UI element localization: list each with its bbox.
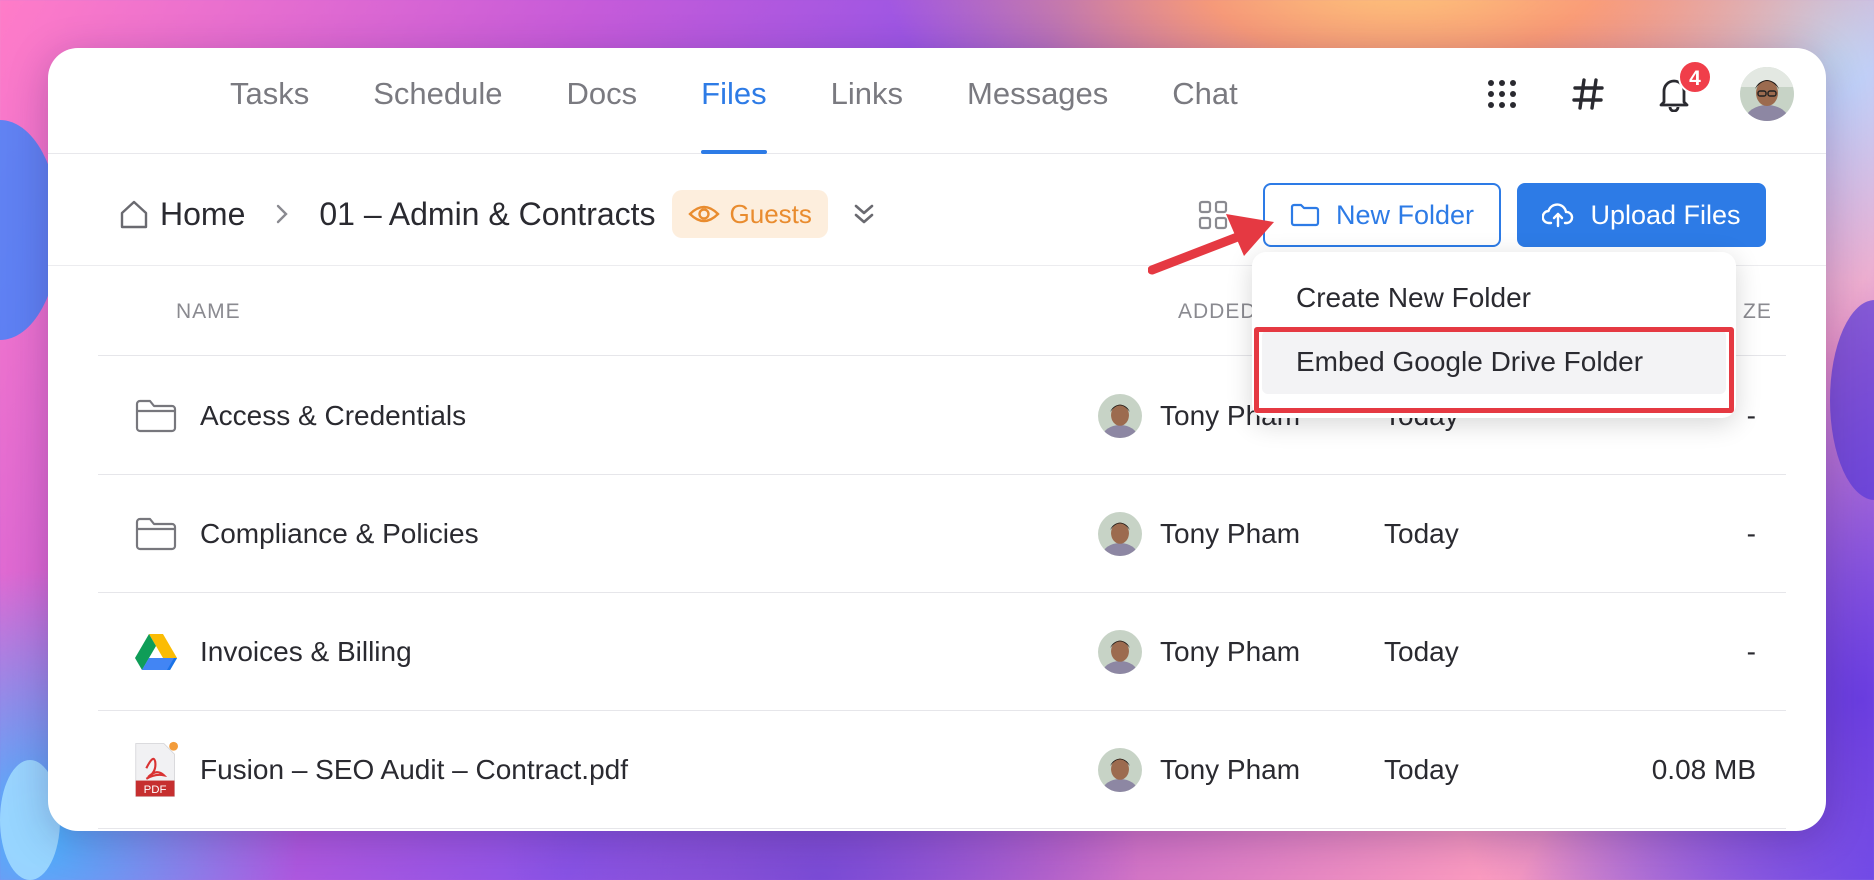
table-row[interactable]: Compliance & Policies Tony Pham Today - (98, 475, 1786, 593)
app-window: Tasks Schedule Docs Files Links Messages… (48, 48, 1826, 831)
added-by: Tony Pham (1098, 475, 1300, 593)
column-header-name[interactable]: NAME (176, 300, 241, 324)
notification-count-badge: 4 (1678, 60, 1712, 94)
tab-bar: Tasks Schedule Docs Files Links Messages… (198, 48, 1270, 154)
breadcrumb: Home 01 – Admin & Contracts Guests (118, 188, 876, 240)
folder-icon (134, 357, 178, 475)
avatar (1098, 394, 1142, 438)
file-size: - (1746, 400, 1756, 431)
top-navigation: Tasks Schedule Docs Files Links Messages… (48, 48, 1826, 154)
chevron-double-down-icon[interactable] (852, 201, 876, 227)
date-added: Today (1384, 518, 1459, 549)
file-size: - (1746, 636, 1756, 667)
hashtag-icon[interactable] (1568, 74, 1608, 114)
menu-item-create-new-folder[interactable]: Create New Folder (1252, 266, 1736, 330)
tab-chat[interactable]: Chat (1140, 48, 1269, 154)
user-avatar[interactable] (1740, 67, 1794, 121)
file-name: Compliance & Policies (200, 518, 479, 549)
breadcrumb-current-folder[interactable]: 01 – Admin & Contracts (319, 196, 655, 233)
tab-tasks[interactable]: Tasks (198, 48, 341, 154)
added-by: Tony Pham (1098, 593, 1300, 711)
guests-visibility-badge[interactable]: Guests (671, 190, 828, 238)
new-folder-button[interactable]: New Folder (1263, 183, 1501, 247)
avatar (1098, 512, 1142, 556)
breadcrumb-bar: Home 01 – Admin & Contracts Guests New F… (48, 154, 1826, 266)
tab-docs[interactable]: Docs (535, 48, 670, 154)
added-by-name: Tony Pham (1160, 754, 1301, 785)
avatar (1098, 630, 1142, 674)
new-folder-label: New Folder (1335, 199, 1475, 230)
table-row[interactable]: Invoices & Billing Tony Pham Today - (98, 593, 1786, 711)
file-name: Access & Credentials (200, 400, 467, 431)
upload-files-label: Upload Files (1590, 199, 1741, 230)
folder-icon (134, 475, 178, 593)
table-row[interactable]: PDF Fusion – SEO Audit – Contract.pdf To… (98, 711, 1786, 829)
cloud-upload-icon (1542, 203, 1574, 228)
added-by-name: Tony Pham (1160, 518, 1301, 549)
eye-icon (687, 205, 720, 223)
guests-label: Guests (729, 198, 812, 229)
file-size: 0.08 MB (1651, 754, 1756, 785)
file-name: Invoices & Billing (200, 636, 412, 667)
menu-item-embed-google-drive-folder[interactable]: Embed Google Drive Folder (1262, 330, 1726, 394)
grid-view-icon[interactable] (1198, 200, 1228, 235)
pdf-icon-label: PDF (144, 784, 167, 796)
upload-files-button[interactable]: Upload Files (1517, 183, 1766, 247)
tab-schedule[interactable]: Schedule (341, 48, 534, 154)
added-by: Tony Pham (1098, 711, 1300, 829)
file-name: Fusion – SEO Audit – Contract.pdf (200, 754, 629, 785)
notifications-button[interactable]: 4 (1654, 60, 1712, 114)
file-size: - (1746, 518, 1756, 549)
chevron-right-icon (275, 203, 289, 225)
new-folder-dropdown: Create New Folder Embed Google Drive Fol… (1252, 252, 1736, 418)
date-added: Today (1384, 636, 1459, 667)
tab-links[interactable]: Links (799, 48, 935, 154)
top-actions: 4 (1482, 60, 1794, 122)
column-header-size[interactable]: ZE (1743, 300, 1772, 324)
breadcrumb-home[interactable]: Home (118, 196, 245, 233)
tab-files[interactable]: Files (669, 48, 798, 154)
apps-grid-icon[interactable] (1482, 74, 1522, 114)
breadcrumb-home-label: Home (160, 195, 246, 232)
date-added: Today (1384, 754, 1459, 785)
folder-icon (1290, 203, 1320, 227)
avatar (1098, 748, 1142, 792)
background-blob (1830, 300, 1874, 500)
pdf-file-icon: PDF (134, 711, 178, 829)
home-icon (120, 200, 148, 229)
google-drive-icon (134, 593, 178, 711)
tab-messages[interactable]: Messages (935, 48, 1140, 154)
added-by-name: Tony Pham (1160, 636, 1301, 667)
